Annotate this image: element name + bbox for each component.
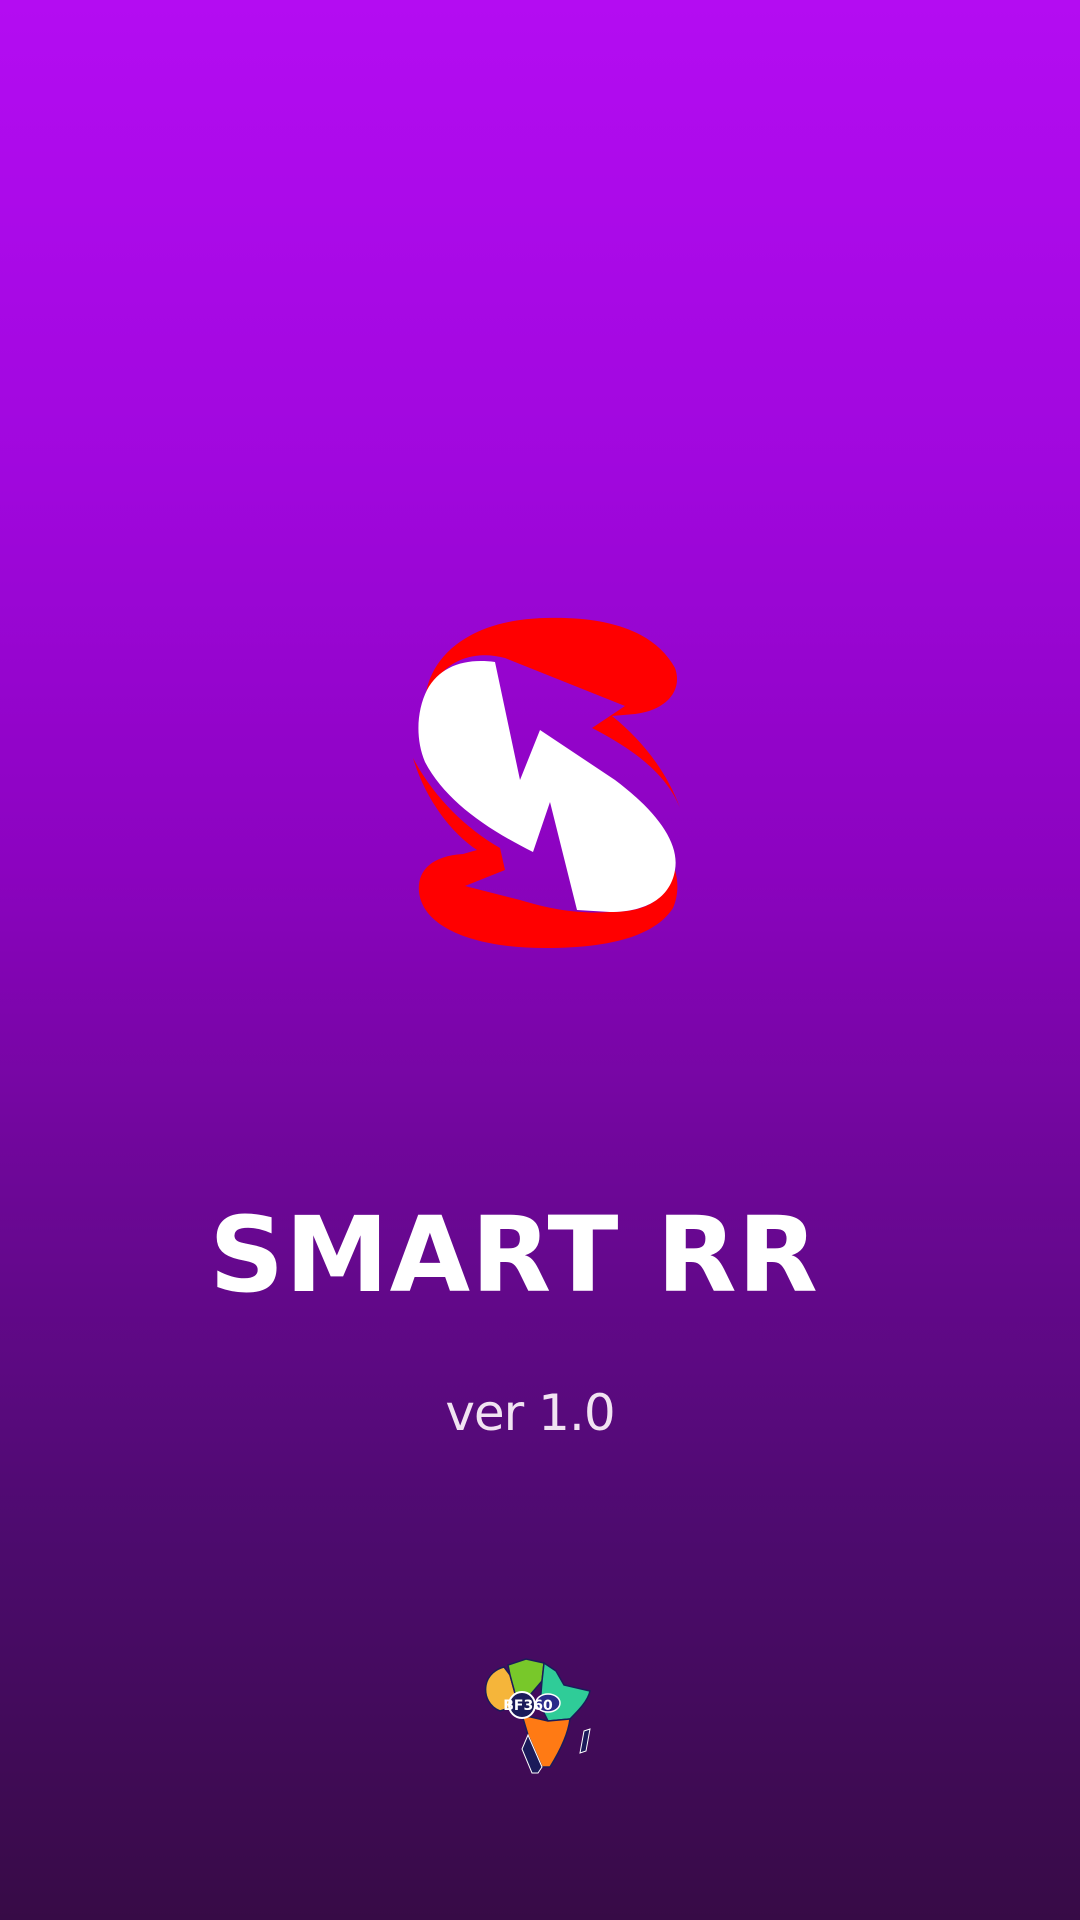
- company-logo-text: BF360: [503, 1698, 553, 1714]
- africa-map-icon: BF360: [484, 1658, 591, 1774]
- app-version: ver 1.0: [445, 1384, 615, 1442]
- splash-screen: SMART RR ver 1.0 BF360: [0, 0, 1080, 1920]
- app-logo-icon: [413, 617, 680, 948]
- app-title: SMART RR: [209, 1194, 819, 1316]
